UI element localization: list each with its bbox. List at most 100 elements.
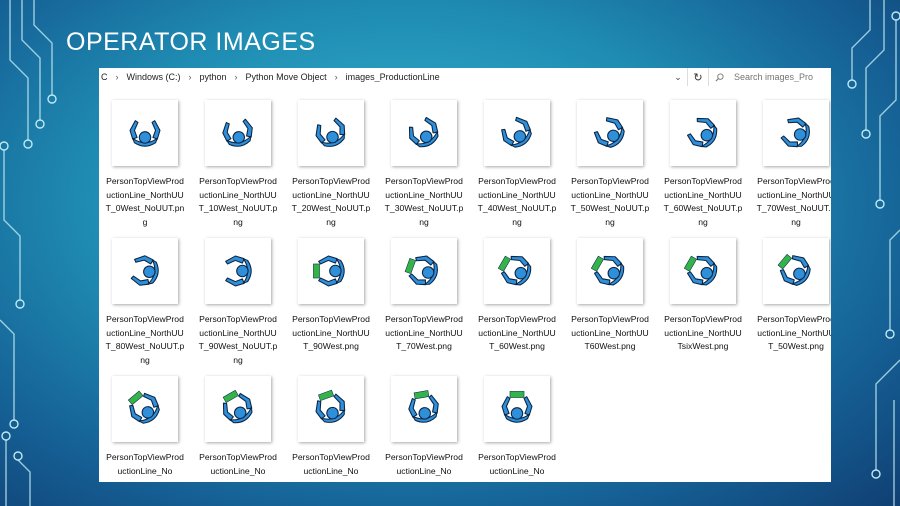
file-name: PersonTopViewProductionLine_NorthUUT_20W… [291, 176, 371, 227]
operator-icon [222, 389, 253, 424]
chevron-right-icon: › [234, 72, 238, 82]
circuit-decoration-left [0, 0, 57, 506]
file-item[interactable]: PersonTopViewProductionLine_NorthUUT_70W… [750, 100, 831, 229]
file-name: PersonTopViewProductionLine_NorthUUT_0We… [105, 176, 185, 227]
chevron-right-icon: › [188, 72, 192, 82]
file-item[interactable]: PersonTopViewProductionLine_NorthUUT_60W… [657, 100, 749, 229]
file-item[interactable]: PersonTopViewProductionLine_NorthUUT_40W… [471, 100, 563, 229]
file-item[interactable]: PersonTopViewProductionLine_No [99, 376, 191, 478]
operator-icon [780, 117, 810, 148]
file-item[interactable]: PersonTopViewProductionLine_No [192, 376, 284, 478]
file-item[interactable]: PersonTopViewProductionLine_NorthUUT_20W… [285, 100, 377, 229]
operator-icon [404, 255, 438, 286]
search-input[interactable] [734, 72, 824, 82]
file-item[interactable]: PersonTopViewProductionLine_NorthUUT_50W… [564, 100, 656, 229]
file-thumbnail [112, 238, 178, 304]
operator-icon [129, 120, 161, 147]
file-name: PersonTopViewProductionLine_NorthUUT_70W… [385, 314, 463, 351]
file-name: PersonTopViewProductionLine_NorthUUT_40W… [477, 176, 557, 227]
file-name: PersonTopViewProductionLine_NorthUUT_80W… [105, 314, 185, 365]
operator-icon [683, 255, 718, 286]
file-name: PersonTopViewProductionLine_NorthUUT_50W… [757, 314, 831, 351]
breadcrumb-item-python[interactable]: python [198, 72, 229, 82]
file-thumbnail [298, 238, 364, 304]
operator-icon [222, 118, 253, 147]
file-item[interactable]: PersonTopViewProductionLine_NorthUUT60We… [564, 238, 656, 354]
search-box[interactable] [715, 72, 831, 82]
operator-icon [686, 117, 718, 148]
file-thumbnail [112, 100, 178, 166]
file-item[interactable]: PersonTopViewProductionLine_No [378, 376, 470, 478]
file-thumbnail [391, 238, 457, 304]
file-thumbnail [205, 238, 271, 304]
file-thumbnail [298, 376, 364, 442]
refresh-button[interactable]: ↻ [687, 68, 709, 86]
chevron-down-icon[interactable]: ⌄ [669, 72, 687, 83]
operator-icon [590, 255, 625, 286]
breadcrumb[interactable]: C › Windows (C:) › python › Python Move … [99, 72, 669, 82]
file-thumbnail [391, 100, 457, 166]
file-item[interactable]: PersonTopViewProductionLine_NorthUUT_30W… [378, 100, 470, 229]
file-item[interactable]: PersonTopViewProductionLine_NorthUUT_50W… [750, 238, 831, 354]
operator-icon [225, 255, 252, 287]
file-name: PersonTopViewProductionLine_NorthUUT_30W… [384, 176, 464, 227]
operator-icon [130, 255, 159, 286]
file-item[interactable]: PersonTopViewProductionLine_NorthUUT_90W… [285, 238, 377, 354]
operator-icon [408, 390, 439, 423]
operator-icon [501, 391, 533, 423]
file-thumbnail [763, 238, 829, 304]
file-thumbnail [763, 100, 829, 166]
file-thumbnail [484, 100, 550, 166]
file-name: PersonTopViewProductionLine_NorthUUT_90W… [198, 314, 278, 365]
file-thumbnail [577, 100, 643, 166]
file-name: PersonTopViewProductionLine_NorthUUTsixW… [664, 314, 742, 351]
operator-icon [408, 116, 439, 148]
chevron-right-icon: › [334, 72, 338, 82]
file-item[interactable]: PersonTopViewProductionLine_NorthUUT_90W… [192, 238, 284, 367]
file-thumbnail [391, 376, 457, 442]
operator-icon [593, 117, 625, 148]
file-name: PersonTopViewProductionLine_NorthUUT_60W… [663, 176, 743, 227]
file-name: PersonTopViewProductionLine_NorthUUT_10W… [198, 176, 278, 227]
operator-icon [501, 116, 532, 148]
operator-icon [127, 390, 160, 424]
file-item[interactable]: PersonTopViewProductionLine_NorthUUT_70W… [378, 238, 470, 354]
file-name: PersonTopViewProductionLine_No [106, 452, 184, 476]
file-item[interactable]: PersonTopViewProductionLine_No [471, 376, 563, 478]
chevron-right-icon: › [115, 72, 119, 82]
file-thumbnail [577, 238, 643, 304]
file-thumbnail [670, 238, 736, 304]
breadcrumb-item-project[interactable]: Python Move Object [244, 72, 329, 82]
breadcrumb-item-root[interactable]: C [99, 72, 110, 82]
search-icon [715, 72, 724, 81]
file-thumbnail [112, 376, 178, 442]
slide-title: OPERATOR IMAGES [66, 28, 316, 56]
breadcrumb-item-drive[interactable]: Windows (C:) [125, 72, 183, 82]
file-name: PersonTopViewProductionLine_NorthUUT_70W… [756, 176, 831, 227]
operator-icon [777, 253, 811, 286]
refresh-icon: ↻ [693, 71, 703, 84]
file-name: PersonTopViewProductionLine_No [385, 452, 463, 476]
operator-icon [315, 117, 346, 147]
operator-icon [313, 255, 345, 287]
file-name: PersonTopViewProductionLine_No [292, 452, 370, 476]
file-name: PersonTopViewProductionLine_No [478, 452, 556, 476]
file-name: PersonTopViewProductionLine_NorthUUT_60W… [478, 314, 556, 351]
file-name: PersonTopViewProductionLine_NorthUUT_50W… [570, 176, 650, 227]
file-item[interactable]: PersonTopViewProductionLine_NorthUUT_60W… [471, 238, 563, 354]
file-thumbnail [670, 100, 736, 166]
file-thumbnail [484, 238, 550, 304]
file-item[interactable]: PersonTopViewProductionLine_NorthUUT_10W… [192, 100, 284, 229]
file-item[interactable]: PersonTopViewProductionLine_NorthUUT_0We… [99, 100, 191, 229]
file-explorer-window: C › Windows (C:) › python › Python Move … [99, 68, 831, 482]
file-item[interactable]: PersonTopViewProductionLine_NorthUUT_80W… [99, 238, 191, 367]
file-name: PersonTopViewProductionLine_No [199, 452, 277, 476]
file-name: PersonTopViewProductionLine_NorthUUT60We… [571, 314, 649, 351]
file-thumbnail [298, 100, 364, 166]
file-item[interactable]: PersonTopViewProductionLine_No [285, 376, 377, 478]
file-item[interactable]: PersonTopViewProductionLine_NorthUUTsixW… [657, 238, 749, 354]
file-thumbnail [205, 376, 271, 442]
breadcrumb-item-folder[interactable]: images_ProductionLine [344, 72, 442, 82]
file-name: PersonTopViewProductionLine_NorthUUT_90W… [292, 314, 370, 351]
file-thumbnail [484, 376, 550, 442]
